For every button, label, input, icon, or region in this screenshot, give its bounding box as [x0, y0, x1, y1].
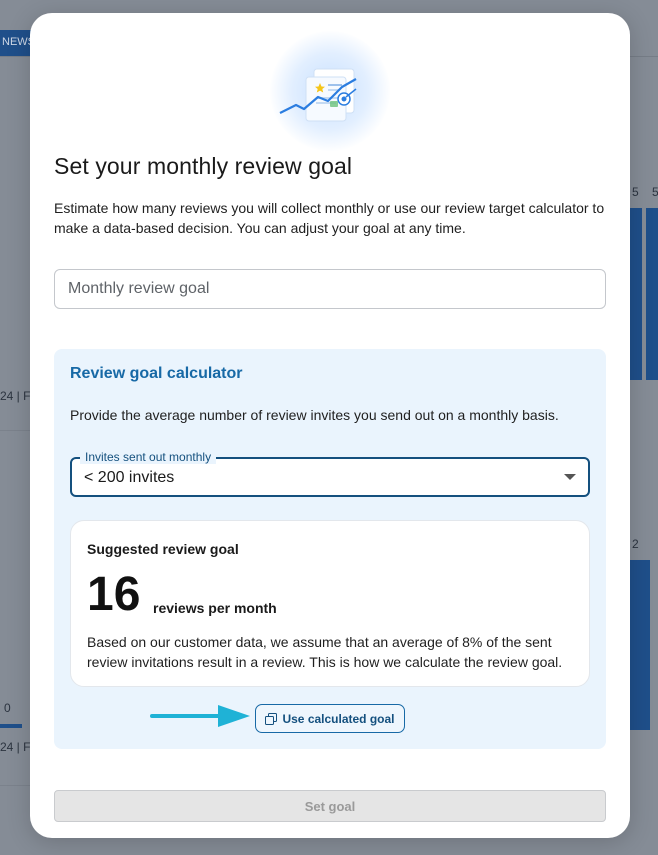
- suggested-goal-description: Based on our customer data, we assume th…: [87, 634, 563, 670]
- calculator-description: Provide the average number of review inv…: [70, 407, 559, 423]
- monthly-review-goal-input[interactable]: [54, 269, 606, 309]
- chevron-down-icon: [564, 474, 576, 480]
- set-goal-button[interactable]: Set goal: [54, 790, 606, 822]
- background-gridline: [0, 430, 30, 431]
- select-value: < 200 invites: [84, 469, 175, 486]
- arrow-right-icon: [150, 705, 250, 727]
- suggested-goal-title: Suggested review goal: [87, 541, 239, 557]
- background-label: 0: [4, 701, 11, 715]
- modal-title: Set your monthly review goal: [54, 153, 353, 179]
- review-goal-modal: Set your monthly review goal Estimate ho…: [30, 13, 630, 838]
- background-bar: [630, 560, 650, 730]
- background-label: 24 | F: [0, 740, 31, 754]
- background-bar: [630, 208, 642, 380]
- suggested-goal-card: Suggested review goal 16 reviews per mon…: [70, 520, 590, 687]
- background-label: 5: [652, 185, 658, 199]
- growth-chart-icon: [279, 68, 357, 122]
- background-label: 24 | F: [0, 389, 31, 403]
- background-label: 2: [632, 537, 639, 551]
- select-label: Invites sent out monthly: [80, 450, 217, 464]
- use-calculated-goal-button[interactable]: Use calculated goal: [255, 704, 405, 733]
- invites-sent-select[interactable]: Invites sent out monthly < 200 invites: [70, 450, 590, 497]
- background-bar: [0, 724, 22, 728]
- modal-description: Estimate how many reviews you will colle…: [54, 200, 605, 236]
- review-goal-calculator: Review goal calculator Provide the avera…: [54, 349, 606, 749]
- background-gridline: [0, 785, 30, 786]
- background-tab: NEWS: [0, 30, 32, 56]
- suggested-goal-number: 16: [87, 568, 141, 621]
- hero-illustration: [270, 31, 390, 151]
- suggested-goal-unit: reviews per month: [153, 600, 277, 616]
- use-calculated-goal-label: Use calculated goal: [282, 711, 395, 726]
- background-bar: [646, 208, 658, 380]
- calculator-title: Review goal calculator: [70, 365, 243, 382]
- background-label: 5: [632, 185, 639, 199]
- copy-icon: [265, 712, 278, 725]
